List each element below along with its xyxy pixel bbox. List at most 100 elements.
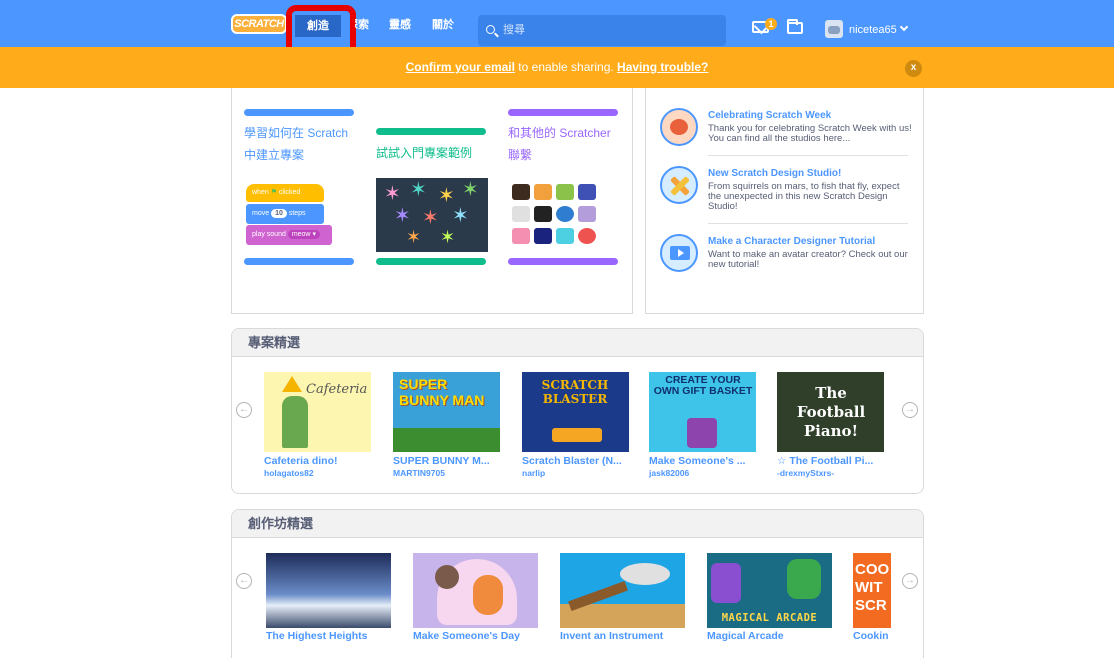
avatar-thumb <box>578 206 596 222</box>
dragon-shape <box>787 559 821 599</box>
chevron-down-icon[interactable] <box>899 22 909 32</box>
nav-explore-label: 探索 <box>355 19 369 31</box>
studio-title[interactable]: Make Someone's Day <box>413 630 520 642</box>
studio-thumbnail[interactable] <box>560 553 685 628</box>
studio-thumbnail[interactable] <box>413 553 538 628</box>
thumb-caption: MAGICAL ARCADE <box>721 612 818 624</box>
monkey-shape <box>435 565 459 589</box>
community-avatars-image[interactable] <box>508 182 608 246</box>
messages-badge: 1 <box>765 18 777 30</box>
starter-bar-top <box>376 128 486 135</box>
play-sound-text: play sound <box>252 231 286 238</box>
star-creature-icon: ✶ <box>406 227 422 247</box>
project-title[interactable]: ☆ The Football Pi... <box>777 455 873 467</box>
carousel-next-arrow[interactable]: → <box>902 573 918 589</box>
project-author[interactable]: -drexmyStxrs- <box>777 468 834 478</box>
top-navbar: SCRATCH 創造 探索 靈感 關於 搜尋 1 nicetea65 <box>0 0 1114 57</box>
nav-create-link[interactable]: 創造 <box>295 15 341 37</box>
project-title[interactable]: Cafeteria dino! <box>264 455 338 467</box>
move-text: move <box>252 210 270 217</box>
project-title[interactable]: SUPER BUNNY M... <box>393 455 490 467</box>
flag-icon: ⚑ <box>270 189 277 196</box>
octopus-shape <box>473 575 503 615</box>
project-thumbnail[interactable]: SCRATCH BLASTER <box>522 372 629 452</box>
tutorial-link-build[interactable]: 學習如何在 Scratch 中建立專案 <box>244 122 348 166</box>
steps-value: 10 <box>271 209 287 218</box>
code-blocks-image[interactable]: when ⚑ clicked move 10 steps play sound … <box>244 180 356 254</box>
starter-projects-link[interactable]: 試試入門專案範例 <box>376 142 472 164</box>
avatar-thumb <box>556 184 574 200</box>
thumb-caption: Cafeteria <box>306 382 368 397</box>
star-creature-icon: ✶ <box>384 183 401 205</box>
project-author[interactable]: jask82006 <box>649 468 689 478</box>
project-author[interactable]: holagatos82 <box>264 468 314 478</box>
search-icon <box>486 25 495 34</box>
project-thumbnail[interactable]: The Football Piano! <box>777 372 884 452</box>
project-author[interactable]: narlip <box>522 468 545 478</box>
when-flag-block: when ⚑ clicked <box>246 184 324 202</box>
thumb-caption: SUPER BUNNY MAN <box>399 376 485 408</box>
play-icon <box>678 249 684 257</box>
news-text: From squirrels on mars, to fish that fly… <box>708 181 900 212</box>
tutorial-bar-bottom <box>244 258 354 265</box>
search-placeholder: 搜尋 <box>503 24 525 36</box>
nav-explore-link[interactable]: 探索 <box>355 16 369 35</box>
thumb-caption: CREATE YOUR OWN GIFT BASKET <box>653 374 753 397</box>
project-thumbnail[interactable]: CREATE YOUR OWN GIFT BASKET <box>649 372 756 452</box>
video-tutorial-icon <box>660 234 698 272</box>
wizard-shape <box>711 563 741 603</box>
news-title: Celebrating Scratch Week <box>708 110 832 121</box>
avatar-thumb <box>534 228 552 244</box>
nav-about-link[interactable]: 關於 <box>432 16 454 32</box>
featured-projects-heading: 專案精選 <box>232 329 923 357</box>
project-thumbnail[interactable]: SUPER BUNNY MAN <box>393 372 500 452</box>
play-sound-block: play sound meow ▾ <box>246 225 332 245</box>
connect-scratchers-link[interactable]: 和其他的 Scratcher 聯繫 <box>508 122 611 166</box>
studio-thumbnail[interactable] <box>266 553 391 628</box>
project-author[interactable]: MARTIN9705 <box>393 468 445 478</box>
my-stuff-folder-icon[interactable] <box>787 19 803 34</box>
grass-shape <box>393 428 500 452</box>
having-trouble-link[interactable]: Having trouble? <box>617 60 708 74</box>
user-avatar[interactable] <box>825 20 843 38</box>
starter-bar-bottom <box>376 258 486 265</box>
star-creature-icon: ✶ <box>410 179 427 201</box>
connect-label-line1: 和其他的 Scratcher <box>508 126 611 140</box>
sound-dropdown: meow ▾ <box>287 230 320 239</box>
news-title: Make a Character Designer Tutorial <box>708 236 876 247</box>
featured-studios-heading: 創作坊精選 <box>232 510 923 538</box>
nav-ideas-link[interactable]: 靈感 <box>389 16 411 32</box>
carousel-prev-arrow[interactable]: ← <box>236 573 252 589</box>
cat-face-shape <box>670 119 688 135</box>
starter-projects-image[interactable]: ✶ ✶ ✶ ✶ ✶ ✶ ✶ ✶ ✶ <box>376 178 488 252</box>
studio-thumbnail[interactable]: MAGICAL ARCADE <box>707 553 832 628</box>
carousel-next-arrow[interactable]: → <box>902 402 918 418</box>
studio-title[interactable]: The Highest Heights <box>266 630 368 642</box>
taco-shape <box>282 376 302 392</box>
carousel-prev-arrow[interactable]: ← <box>236 402 252 418</box>
search-input[interactable]: 搜尋 <box>478 15 726 46</box>
studio-title[interactable]: Invent an Instrument <box>560 630 663 642</box>
clicked-text: clicked <box>278 189 301 196</box>
avatar-thumb <box>512 206 530 222</box>
studio-title[interactable]: Cookin <box>853 630 889 642</box>
tutorial-bar-top <box>244 109 354 116</box>
confirm-email-link[interactable]: Confirm your email <box>406 60 515 74</box>
studio-title[interactable]: Magical Arcade <box>707 630 784 642</box>
news-text: Thank you for celebrating Scratch Week w… <box>708 123 912 144</box>
project-title[interactable]: Scratch Blaster (N... <box>522 455 622 467</box>
banner-close-button[interactable]: x <box>905 60 922 77</box>
avatar-thumb <box>578 184 596 200</box>
scratch-logo[interactable]: SCRATCH <box>231 14 287 34</box>
star-creature-icon: ✶ <box>422 207 439 229</box>
sound-name: meow <box>291 231 311 238</box>
featured-studios-box: 創作坊精選 ← → The Highest Heights Make Someo… <box>231 509 924 658</box>
project-title[interactable]: Make Someone's ... <box>649 455 745 467</box>
project-thumbnail[interactable]: Cafeteria <box>264 372 371 452</box>
username[interactable]: nicetea65 <box>849 24 897 36</box>
featured-projects-box: 專案精選 ← → Cafeteria Cafeteria dino! holag… <box>231 328 924 494</box>
email-confirm-banner: Confirm your email to enable sharing. Ha… <box>0 47 1114 88</box>
getting-started-panel: 學習如何在 Scratch 中建立專案 when ⚑ clicked move … <box>231 88 633 314</box>
avatar-thumb <box>512 228 530 244</box>
studio-thumbnail[interactable]: COO WIT SCR <box>853 553 891 628</box>
